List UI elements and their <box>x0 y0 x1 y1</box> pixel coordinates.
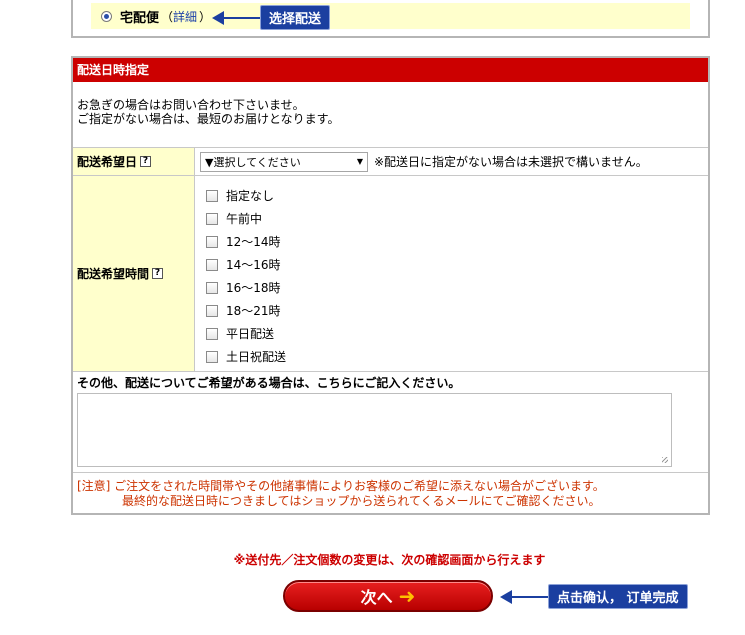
paren-close: ） <box>199 9 212 24</box>
option-label: 18〜21時 <box>226 304 281 318</box>
time-option[interactable]: 16〜18時 <box>206 276 286 299</box>
delivery-header: 配送日時指定 <box>73 58 708 82</box>
time-option[interactable]: 平日配送 <box>206 322 286 345</box>
confirm-callout: 点击确认， 订单完成 <box>500 584 688 609</box>
time-option[interactable]: 土日祝配送 <box>206 345 286 368</box>
delivery-time-row: 配送希望時間 ? 指定なし 午前中 12〜14時 14〜16時 16〜18時 1… <box>73 176 708 372</box>
time-options: 指定なし 午前中 12〜14時 14〜16時 16〜18時 18〜21時 平日配… <box>195 176 286 371</box>
checkbox[interactable] <box>206 258 218 271</box>
time-label-text: 配送希望時間 <box>77 267 150 281</box>
chevron-down-icon: ▼ <box>356 157 363 166</box>
time-option[interactable]: 14〜16時 <box>206 253 286 276</box>
select-value: ▼選択してください <box>205 155 301 169</box>
time-option[interactable]: 18〜21時 <box>206 299 286 322</box>
help-icon[interactable]: ? <box>152 268 164 279</box>
option-label: 土日祝配送 <box>226 350 287 364</box>
shipping-option-row: 宅配便 （ 詳細 ） <box>91 3 690 29</box>
caution-line-1: [注意] ご注文をされた時間帯やその他諸事情によりお客様のご希望に添えない場合が… <box>77 479 605 493</box>
next-button[interactable]: 次へ ➜ <box>283 580 493 612</box>
option-label: 16〜18時 <box>226 281 281 295</box>
delivery-date-value: ▼選択してください ▼ ※配送日に指定がない場合は未選択で構いません。 <box>195 148 708 175</box>
caution-note: [注意] ご注文をされた時間帯やその他諸事情によりお客様のご希望に添えない場合が… <box>73 472 708 509</box>
checkbox[interactable] <box>206 350 218 363</box>
select-shipping-callout: 选择配送 <box>212 5 331 30</box>
checkbox[interactable] <box>206 281 218 294</box>
delivery-date-label: 配送希望日 ? <box>73 148 195 175</box>
callout-arrow-icon <box>500 589 548 604</box>
paren-open: （ <box>161 9 174 24</box>
option-label: 午前中 <box>226 212 263 226</box>
date-hint: ※配送日に指定がない場合は未選択で構いません。 <box>374 155 648 169</box>
option-label: 平日配送 <box>226 327 275 341</box>
other-request-label: その他、配送についてご希望がある場合は、こちらにご記入ください。 <box>77 376 461 390</box>
date-label-text: 配送希望日 <box>77 155 138 169</box>
time-option[interactable]: 指定なし <box>206 184 286 207</box>
option-label: 指定なし <box>226 189 275 203</box>
delivery-date-select[interactable]: ▼選択してください ▼ <box>200 151 368 172</box>
checkbox[interactable] <box>206 327 218 340</box>
checkbox[interactable] <box>206 189 218 202</box>
next-label: 次へ <box>360 588 393 607</box>
time-option[interactable]: 午前中 <box>206 207 286 230</box>
checkbox[interactable] <box>206 235 218 248</box>
shipping-method-label: 宅配便 <box>120 10 160 26</box>
note-line-2: ご指定がない場合は、最短のお届けとなります。 <box>77 112 340 126</box>
other-request-textarea[interactable] <box>77 393 672 467</box>
checkbox[interactable] <box>206 212 218 225</box>
option-label: 12〜14時 <box>226 235 281 249</box>
other-request: その他、配送についてご希望がある場合は、こちらにご記入ください。 <box>73 372 708 467</box>
change-note: ※送付先／注文個数の変更は、次の確認画面から行えます <box>233 553 546 567</box>
option-label: 14〜16時 <box>226 258 281 272</box>
shipping-method-box: 宅配便 （ 詳細 ） <box>71 0 710 38</box>
caution-line-2: 最終的な配送日時につきましてはショップから送られてくるメールにてご確認ください。 <box>122 494 601 508</box>
callout-label: 点击确认， 订单完成 <box>548 584 688 609</box>
arrow-right-icon: ➜ <box>398 584 416 608</box>
help-icon[interactable]: ? <box>140 156 152 167</box>
shipping-radio[interactable] <box>101 10 112 22</box>
delivery-section: 配送日時指定 お急ぎの場合はお問い合わせ下さいませ。 ご指定がない場合は、最短の… <box>71 56 710 515</box>
note-line-1: お急ぎの場合はお問い合わせ下さいませ。 <box>77 98 305 112</box>
details-link[interactable]: 詳細 <box>173 8 197 25</box>
checkbox[interactable] <box>206 304 218 317</box>
time-option[interactable]: 12〜14時 <box>206 230 286 253</box>
delivery-date-row: 配送希望日 ? ▼選択してください ▼ ※配送日に指定がない場合は未選択で構いま… <box>73 148 708 176</box>
callout-arrow-icon <box>212 10 260 25</box>
delivery-note: お急ぎの場合はお問い合わせ下さいませ。 ご指定がない場合は、最短のお届けとなりま… <box>73 82 708 148</box>
callout-label: 选择配送 <box>260 5 331 30</box>
delivery-time-label: 配送希望時間 ? <box>73 176 195 371</box>
